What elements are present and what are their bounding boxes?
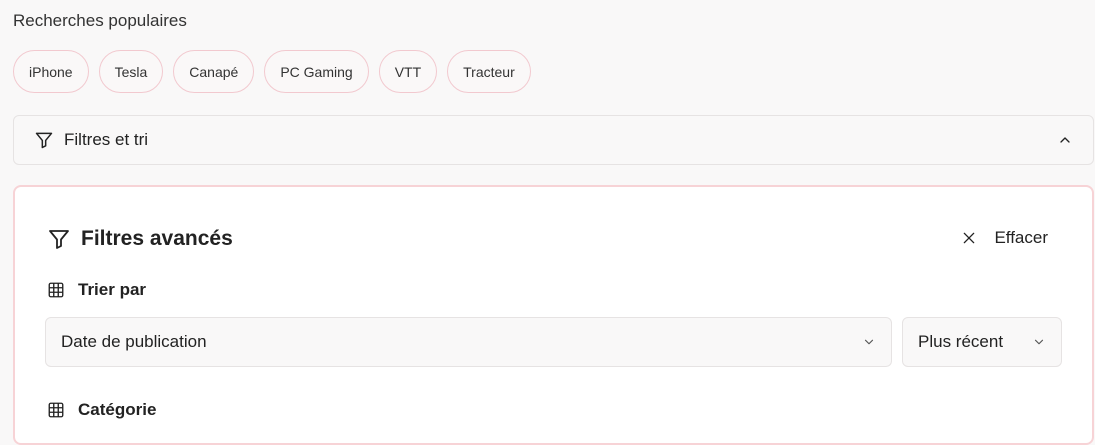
close-icon — [961, 230, 977, 246]
chip-tesla[interactable]: Tesla — [98, 50, 164, 93]
chevron-up-icon[interactable] — [1057, 132, 1073, 148]
filters-and-sort-toggle[interactable]: Filtres et tri — [13, 115, 1094, 165]
grid-icon — [47, 281, 65, 299]
filters-and-sort-label: Filtres et tri — [64, 130, 149, 149]
clear-filters-label: Effacer — [994, 228, 1048, 247]
filter-icon — [47, 227, 71, 251]
category-label: Catégorie — [78, 400, 157, 419]
chip-vtt[interactable]: VTT — [378, 50, 438, 93]
sort-by-label-group: Trier par — [47, 280, 146, 300]
sort-field-select[interactable]: Date de publication — [45, 317, 892, 367]
chip-iphone[interactable]: iPhone — [13, 50, 89, 93]
clear-filters-button[interactable]: Effacer — [961, 228, 1048, 248]
sort-field-value: Date de publication — [61, 332, 207, 351]
category-label-group: Catégorie — [47, 400, 156, 420]
advanced-filters-title: Filtres avancés — [81, 227, 233, 250]
chevron-down-icon — [862, 335, 876, 349]
sort-order-select[interactable]: Plus récent — [902, 317, 1062, 367]
chip-tracteur[interactable]: Tracteur — [447, 50, 531, 93]
popular-searches-title: Recherches populaires — [13, 11, 187, 30]
sort-order-value: Plus récent — [918, 332, 1004, 351]
advanced-filters-panel: Filtres avancés Effacer Trier par Date d… — [13, 185, 1094, 445]
filter-icon — [34, 130, 54, 150]
grid-icon — [47, 401, 65, 419]
popular-searches-chips: iPhone Tesla Canapé PC Gaming VTT Tracte… — [13, 50, 531, 93]
chevron-down-icon — [1032, 335, 1046, 349]
sort-by-label: Trier par — [78, 280, 147, 299]
chip-pc-gaming[interactable]: PC Gaming — [264, 50, 369, 93]
advanced-filters-header: Filtres avancés — [47, 227, 233, 251]
chip-canape[interactable]: Canapé — [173, 50, 255, 93]
